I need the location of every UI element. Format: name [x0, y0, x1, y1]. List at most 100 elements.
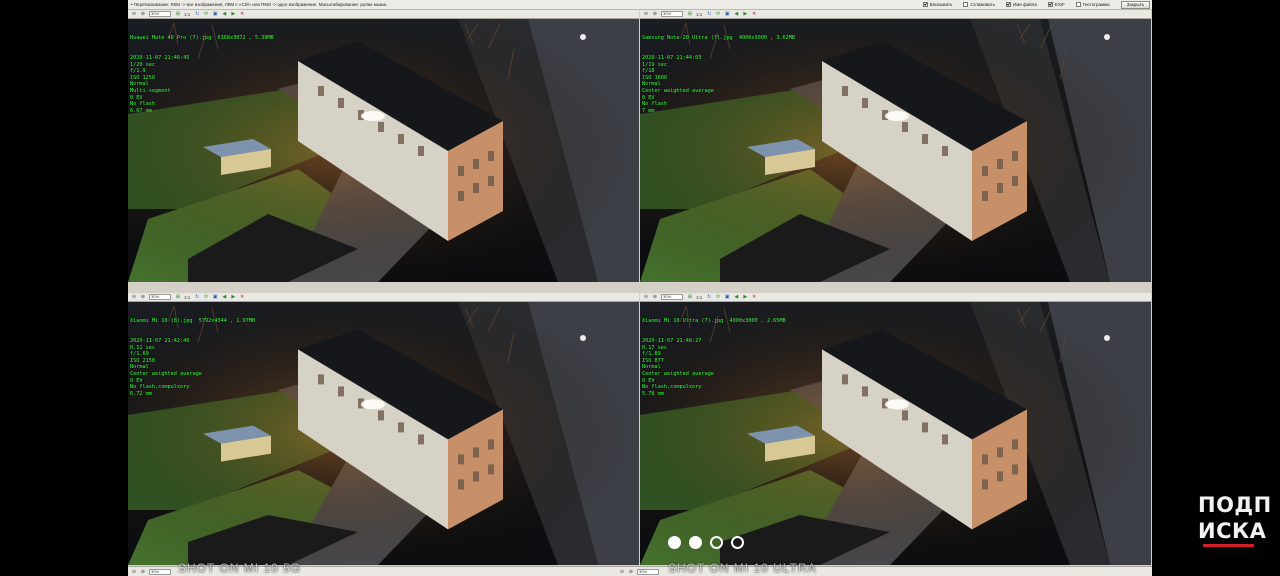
exif-line: ISO 1600: [642, 74, 667, 81]
exif-line: ISO 1250: [130, 74, 155, 81]
usage-hint: • Перетаскивание: ЛКМ -> все изображения…: [131, 2, 388, 7]
zoom-field[interactable]: 30%: [149, 11, 171, 17]
close-icon[interactable]: ✕: [239, 11, 245, 17]
exif-overlay: Xiaomi Mi 10 (8).jpg 5792x4344 , 1.97MB …: [130, 305, 255, 411]
carousel-dot[interactable]: [710, 536, 723, 549]
exif-overlay: Huawei Mate 40 Pro (7).jpg 6368x3072 , 5…: [130, 22, 274, 128]
zoom-in-icon[interactable]: ⊕: [140, 11, 146, 17]
exif-line: ISO 877: [642, 357, 664, 364]
exif-line: f/18: [642, 68, 655, 75]
rotate-icon[interactable]: ↻: [706, 294, 712, 300]
next-icon[interactable]: ▶: [230, 294, 236, 300]
prev-icon[interactable]: ◀: [221, 11, 227, 17]
exif-line: Center weighted average: [130, 370, 202, 377]
next-icon[interactable]: ▶: [742, 294, 748, 300]
carousel-dot[interactable]: [689, 536, 702, 549]
close-icon[interactable]: ✕: [751, 11, 757, 17]
carousel-dot[interactable]: [731, 536, 744, 549]
zoom-in-icon[interactable]: ⊕: [140, 294, 146, 300]
exif-line: Center weighted average: [642, 87, 714, 94]
image-pane-2[interactable]: ⊖ ⊕ 30% ⊞ 1:1 ↻ ⟳ ▣ ◀ ▶ ✕ Samsung Note 2…: [640, 10, 1151, 282]
next-icon[interactable]: ▶: [742, 11, 748, 17]
fit-icon[interactable]: ⊞: [175, 11, 181, 17]
filename-checkbox[interactable]: Имя файла: [1005, 2, 1037, 7]
zoom-field[interactable]: 30%: [149, 569, 171, 575]
close-button[interactable]: Закрыть: [1120, 0, 1150, 9]
zoom-in-icon[interactable]: ⊕: [652, 11, 658, 17]
image-compare-window: • Перетаскивание: ЛКМ -> все изображения…: [128, 0, 1152, 576]
rotate-icon[interactable]: ↻: [706, 11, 712, 17]
exif-line: Normal: [130, 81, 149, 88]
zoom-in-icon[interactable]: ⊕: [628, 569, 634, 575]
pane-toolbar: ⊖ ⊕ 30% ⊞ 1:1 ↻ ⟳ ▣ ◀ ▶ ✕: [128, 10, 639, 19]
prev-icon[interactable]: ◀: [221, 294, 227, 300]
checkbox-icon: [922, 2, 928, 7]
exif-line: 6.72 mm: [130, 390, 152, 397]
zoom-out-icon[interactable]: ⊖: [643, 11, 649, 17]
exif-line: 7 mm: [642, 107, 655, 114]
zoom-out-icon[interactable]: ⊖: [131, 294, 137, 300]
fit-icon[interactable]: ⊞: [687, 294, 693, 300]
exif-line: 2020-11-07 21:48:27: [642, 337, 702, 344]
rotate-icon[interactable]: ↻: [194, 11, 200, 17]
prev-icon[interactable]: ◀: [733, 294, 739, 300]
next-icon[interactable]: ▶: [230, 11, 236, 17]
carousel-indicator: [668, 536, 744, 549]
pane-toolbar: ⊖ ⊕ 30% ⊞ 1:1 ↻ ⟳ ▣ ◀ ▶ ✕: [640, 10, 1151, 19]
watermark-right: SHOT ON MI 10 ULTRA: [668, 561, 817, 575]
refresh-icon[interactable]: ⟳: [203, 11, 209, 17]
close-icon[interactable]: ✕: [239, 294, 245, 300]
checkbox-icon: [1005, 2, 1011, 7]
exif-line: 2020-11-07 21:42:46: [130, 337, 190, 344]
save-icon[interactable]: ▣: [724, 294, 730, 300]
image-pane-3[interactable]: ⊖ ⊕ 30% ⊞ 1:1 ↻ ⟳ ▣ ◀ ▶ ✕ Xiaomi Mi 10 (…: [128, 293, 639, 565]
actual-size-button[interactable]: 1:1: [184, 295, 190, 300]
image-pane-1[interactable]: ⊖ ⊕ 30% ⊞ 1:1 ↻ ⟳ ▣ ◀ ▶ ✕ Huawei Mate 40…: [128, 10, 639, 282]
refresh-icon[interactable]: ⟳: [715, 11, 721, 17]
refresh-icon[interactable]: ⟳: [715, 294, 721, 300]
exif-line: 2020-11-07 21:44:03: [642, 54, 702, 61]
bottom-toolbar-right: ⊖ ⊕ 30%: [619, 567, 663, 576]
image-pane-4[interactable]: ⊖ ⊕ 30% ⊞ 1:1 ↻ ⟳ ▣ ◀ ▶ ✕ Xiaomi Mi 10 U…: [640, 293, 1151, 565]
carousel-dot[interactable]: [668, 536, 681, 549]
zoom-out-icon[interactable]: ⊖: [643, 294, 649, 300]
exif-overlay: Xiaomi Mi 10 Ultra (7).jpg 4000x3000 , 2…: [642, 305, 786, 411]
bottom-toolbar-left: ⊖ ⊕ 30%: [131, 567, 175, 576]
zoom-out-icon[interactable]: ⊖: [131, 569, 137, 575]
zoom-field[interactable]: 30%: [149, 294, 171, 300]
checkbox-icon: [1075, 2, 1081, 7]
fit-icon[interactable]: ⊞: [175, 294, 181, 300]
file-info-line: Xiaomi Mi 10 (8).jpg 5792x4344 , 1.97MB: [130, 318, 255, 325]
save-icon[interactable]: ▣: [212, 294, 218, 300]
fit-checkbox[interactable]: Вписывать: [922, 2, 952, 7]
checkbox-icon: [963, 2, 969, 7]
zoom-out-icon[interactable]: ⊖: [131, 11, 137, 17]
actual-size-button[interactable]: 1:1: [184, 12, 190, 17]
save-icon[interactable]: ▣: [724, 11, 730, 17]
refresh-icon[interactable]: ⟳: [203, 294, 209, 300]
actual-size-button[interactable]: 1:1: [696, 295, 702, 300]
subscribe-logo[interactable]: ПОДП ИСКА: [1198, 492, 1271, 547]
exif-line: Normal: [130, 364, 149, 371]
zoom-field[interactable]: 30%: [661, 11, 683, 17]
prev-icon[interactable]: ◀: [733, 11, 739, 17]
zoom-field[interactable]: 30%: [661, 294, 683, 300]
file-info-line: Huawei Mate 40 Pro (7).jpg 6368x3072 , 5…: [130, 35, 274, 42]
smooth-checkbox[interactable]: Сглаживать: [963, 2, 995, 7]
save-icon[interactable]: ▣: [212, 11, 218, 17]
actual-size-button[interactable]: 1:1: [696, 12, 702, 17]
zoom-field[interactable]: 30%: [637, 569, 659, 575]
histogram-checkbox[interactable]: Гистограмма: [1075, 2, 1110, 7]
zoom-in-icon[interactable]: ⊕: [652, 294, 658, 300]
zoom-in-icon[interactable]: ⊕: [140, 569, 146, 575]
exif-line: Normal: [642, 364, 661, 371]
pane-toolbar: ⊖ ⊕ 30% ⊞ 1:1 ↻ ⟳ ▣ ◀ ▶ ✕: [640, 293, 1151, 302]
fit-icon[interactable]: ⊞: [687, 11, 693, 17]
checkbox-icon: [1047, 2, 1053, 7]
exif-checkbox[interactable]: EXIF: [1047, 2, 1065, 7]
close-icon[interactable]: ✕: [751, 294, 757, 300]
exif-line: 2020-11-07 21:46:45: [130, 54, 190, 61]
rotate-icon[interactable]: ↻: [194, 294, 200, 300]
zoom-out-icon[interactable]: ⊖: [619, 569, 625, 575]
exif-line: No flash: [130, 101, 155, 108]
